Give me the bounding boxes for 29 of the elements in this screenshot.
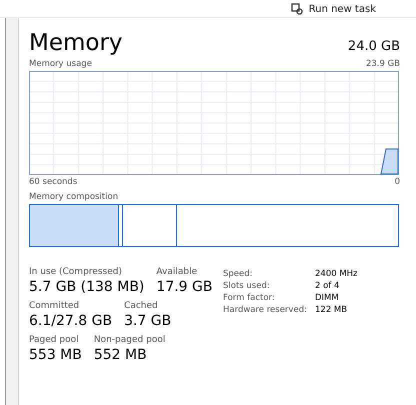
stat-value: 17.9 GB <box>156 279 212 295</box>
stat-value: 553 MB <box>29 347 82 363</box>
detail-label: Hardware reserved: <box>223 305 308 315</box>
detail-label: Form factor: <box>223 293 276 303</box>
axis-label: 60 seconds <box>29 177 78 187</box>
stat-label: Paged pool <box>29 335 80 345</box>
run-new-task-button[interactable]: Run new task <box>290 3 376 17</box>
stat-label: Available <box>156 267 198 277</box>
stat-value: 5.7 GB (138 MB) <box>29 279 144 295</box>
stat-label: In use (Compressed) <box>29 267 123 277</box>
detail-label: Speed: <box>223 269 254 279</box>
detail-value: 2400 MHz <box>315 269 358 279</box>
page-title: Memory <box>29 30 123 56</box>
stat-label: Cached <box>124 301 159 311</box>
stat-label: Non-paged pool <box>94 335 166 345</box>
graph-max: 23.9 GB <box>366 59 400 69</box>
detail-value: 122 MB <box>315 305 348 315</box>
graph-label: Memory usage <box>29 59 92 69</box>
detail-value: DIMM <box>315 293 339 303</box>
composition-label: Memory composition <box>29 192 118 202</box>
total-memory: 24.0 GB <box>348 39 400 54</box>
axis-label: 0 <box>394 177 400 187</box>
detail-label: Slots used: <box>223 281 271 291</box>
stat-value: 552 MB <box>94 347 148 363</box>
stat-label: Committed <box>29 301 80 311</box>
task-icon <box>290 3 303 15</box>
stat-value: 6.1/27.8 GB <box>29 313 112 329</box>
detail-value: 2 of 4 <box>315 281 340 291</box>
stat-value: 3.7 GB <box>124 313 172 329</box>
